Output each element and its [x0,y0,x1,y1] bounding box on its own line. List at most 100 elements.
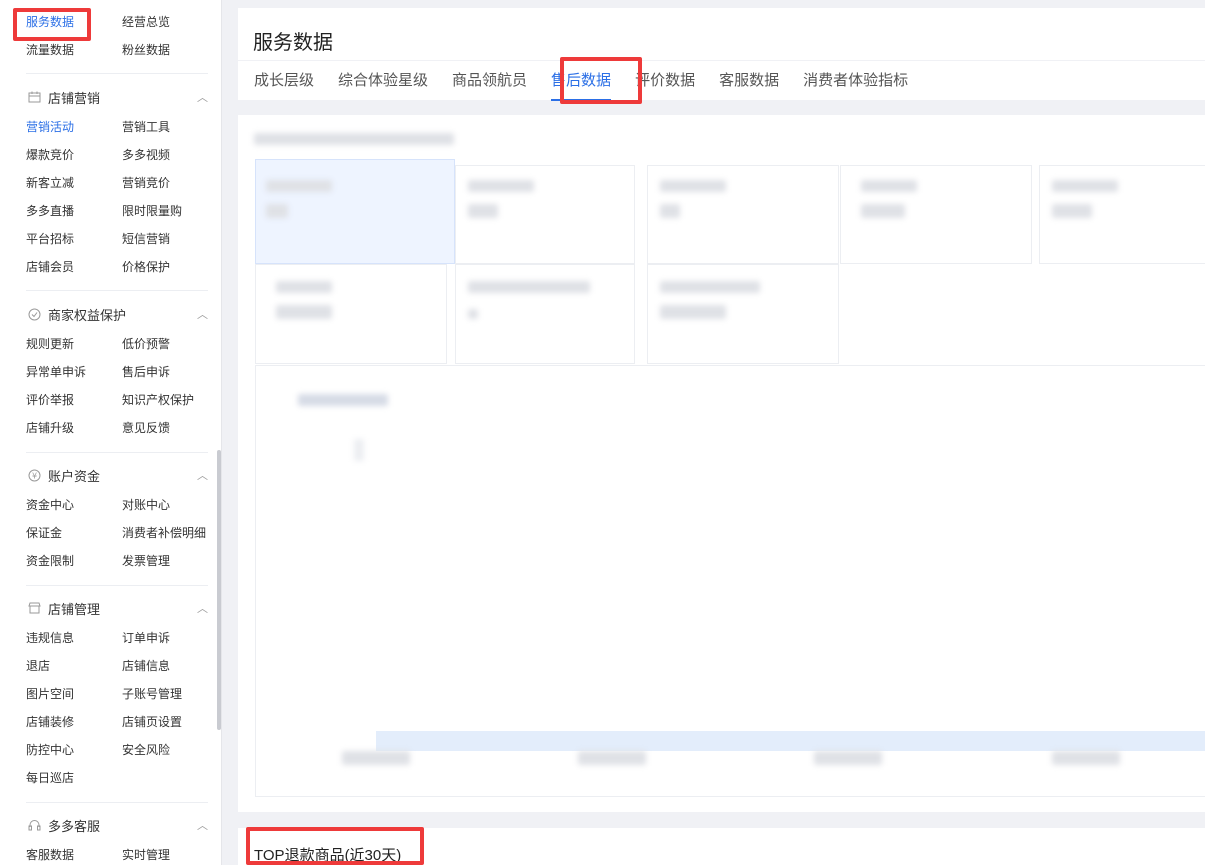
nav-item[interactable]: 知识产权保护 [122,386,221,414]
blurred-text [660,180,726,192]
metric-card[interactable] [455,165,635,264]
blurred-text [660,305,726,319]
nav-item[interactable]: 实时管理 [122,841,221,865]
nav-item[interactable]: 消费者补偿明细 [122,519,221,547]
blurred-text [276,305,332,319]
nav-item[interactable]: 营销工具 [122,113,221,141]
metric-card[interactable] [255,264,447,364]
tab-growth-level[interactable]: 成长层级 [254,61,314,101]
store-marketing-grid: 营销活动 营销工具 爆款竞价 多多视频 新客立减 营销竞价 多多直播 限时限量购… [26,113,221,281]
customer-service-grid: 客服数据 实时管理 [26,841,221,865]
chevron-up-icon[interactable]: ︿ [197,817,208,833]
section-header-customer-service[interactable]: 多多客服 ︿ [26,814,208,836]
nav-item[interactable]: 低价预警 [122,330,221,358]
blurred-text [1052,204,1092,218]
nav-item[interactable]: 规则更新 [26,330,122,358]
nav-item-service-data[interactable]: 服务数据 [26,8,122,36]
nav-item[interactable]: 价格保护 [122,253,221,281]
tab-review-data[interactable]: 评价数据 [635,61,695,101]
metric-card[interactable] [1039,165,1205,264]
top-nav-grid: 服务数据 经营总览 流量数据 粉丝数据 [26,8,221,64]
blurred-text [266,204,288,218]
nav-item[interactable]: 订单申诉 [122,624,221,652]
metric-card[interactable] [647,264,839,364]
blurred-range-bar [376,731,1205,751]
chevron-up-icon[interactable]: ︿ [197,306,208,322]
nav-item[interactable]: 新客立减 [26,169,122,197]
nav-item[interactable]: 平台招标 [26,225,122,253]
tab-experience-stars[interactable]: 综合体验星级 [338,61,428,101]
nav-item[interactable]: 短信营销 [122,225,221,253]
sidebar-scrollbar[interactable] [217,450,221,730]
divider [26,802,208,803]
nav-item[interactable]: 店铺页设置 [122,708,221,736]
tab-consumer-experience[interactable]: 消费者体验指标 [803,61,908,101]
nav-item[interactable]: 每日巡店 [26,764,122,792]
section-title: 商家权益保护 [48,307,127,323]
nav-item[interactable]: 退店 [26,652,122,680]
section-header-store-marketing[interactable]: 店铺营销 ︿ [26,86,208,108]
nav-item[interactable]: 违规信息 [26,624,122,652]
page-title: 服务数据 [253,32,333,54]
nav-item[interactable]: 对账中心 [122,491,221,519]
nav-item-fans-data[interactable]: 粉丝数据 [122,36,221,64]
headset-icon [26,817,42,833]
nav-item[interactable]: 店铺信息 [122,652,221,680]
metric-card[interactable] [255,159,455,264]
nav-item[interactable]: 资金中心 [26,491,122,519]
metric-card[interactable] [840,165,1032,264]
section-header-merchant-rights[interactable]: 商家权益保护 ︿ [26,303,208,325]
nav-item[interactable]: 保证金 [26,519,122,547]
nav-item[interactable]: 营销竞价 [122,169,221,197]
nav-item[interactable]: 图片空间 [26,680,122,708]
blurred-legend [298,394,388,406]
nav-item[interactable]: 售后申诉 [122,358,221,386]
nav-item[interactable]: 子账号管理 [122,680,221,708]
metric-card[interactable] [455,264,635,364]
blurred-text [660,281,760,293]
section-title: 多多客服 [48,818,101,834]
nav-item[interactable]: 异常单申诉 [26,358,122,386]
nav-item[interactable]: 店铺会员 [26,253,122,281]
blurred-axis-label [578,751,646,765]
chevron-up-icon[interactable]: ︿ [197,467,208,483]
blurred-text [468,204,498,218]
yen-icon: ¥ [26,467,42,483]
store-icon [26,600,42,616]
blurred-axis [354,439,364,461]
nav-item[interactable]: 意见反馈 [122,414,221,442]
section-header-account-funds[interactable]: ¥ 账户资金 ︿ [26,464,208,486]
section-title: 账户资金 [48,468,101,484]
section-header-store-management[interactable]: 店铺管理 ︿ [26,597,208,619]
tab-after-sales-data[interactable]: 售后数据 [551,61,612,101]
nav-item[interactable]: 防控中心 [26,736,122,764]
blurred-text [276,281,332,293]
blurred-text [861,180,917,192]
tab-customer-service-data[interactable]: 客服数据 [719,61,779,101]
chevron-up-icon[interactable]: ︿ [197,89,208,105]
nav-item[interactable]: 营销活动 [26,113,122,141]
nav-item[interactable]: 店铺升级 [26,414,122,442]
nav-item[interactable]: 多多视频 [122,141,221,169]
nav-item-business-overview[interactable]: 经营总览 [122,8,221,36]
nav-item[interactable]: 限时限量购 [122,197,221,225]
sidebar: 服务数据 经营总览 流量数据 粉丝数据 店铺营销 ︿ 营销活动 营销工具 爆款竞… [0,0,222,865]
nav-item-traffic-data[interactable]: 流量数据 [26,36,122,64]
nav-item[interactable]: 资金限制 [26,547,122,575]
nav-item[interactable]: 客服数据 [26,841,122,865]
nav-item[interactable]: 店铺装修 [26,708,122,736]
section-title: 店铺管理 [48,601,101,617]
blurred-text [660,204,680,218]
blurred-axis-label [814,751,882,765]
trend-chart-area [255,365,1205,797]
tab-product-navigator[interactable]: 商品领航员 [452,61,527,101]
after-sales-panel [238,115,1205,812]
nav-item[interactable]: 爆款竞价 [26,141,122,169]
nav-item[interactable]: 安全风险 [122,736,221,764]
blurred-text [266,180,332,192]
nav-item[interactable]: 发票管理 [122,547,221,575]
nav-item[interactable]: 多多直播 [26,197,122,225]
chevron-up-icon[interactable]: ︿ [197,600,208,616]
nav-item[interactable]: 评价举报 [26,386,122,414]
metric-card[interactable] [647,165,839,264]
